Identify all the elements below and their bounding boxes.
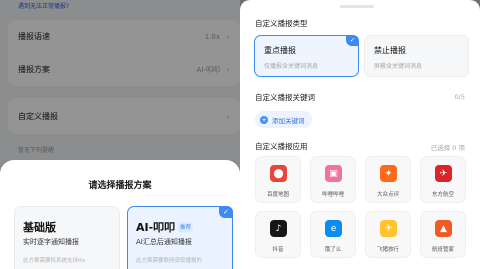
eleme-icon: e — [325, 220, 342, 237]
app-name: 哔哩哔哩 — [321, 192, 344, 198]
douyin-icon: ♪ — [270, 220, 287, 237]
app-tile[interactable]: ▣ 哔哩哔哩 — [310, 156, 356, 203]
recommend-badge: 推荐 — [178, 222, 194, 232]
app-name: 飞猪旅行 — [376, 247, 399, 253]
left-phone-screen: 遇到无法正常播报? 播报语速 1.0x › 播报方案 AI-叩叩 › 自定义播报… — [0, 0, 240, 269]
plan-sub: 此方案需要联网获取播报的 — [136, 258, 203, 264]
apps-selected-count: 已选择 0 项 — [430, 144, 465, 152]
airline-icon: ✈ — [435, 165, 452, 182]
plus-icon: + — [260, 115, 268, 124]
type-option-ban[interactable]: 禁止播报 屏蔽含关键词消息 — [364, 35, 469, 77]
plan-option-ai[interactable]: AI-叩叩 推荐 AI汇总后通知播报 此方案需要联网获取播报的 ✓ — [127, 206, 233, 269]
check-icon: ✓ — [219, 206, 233, 218]
flight-manager-icon: ▲ — [435, 220, 452, 237]
app-tile[interactable]: ✦ 大众点评 — [365, 156, 411, 203]
plan-name: 基础版 — [23, 221, 56, 234]
type-desc: 仅播报含关键词消息 — [264, 63, 319, 70]
plan-name: AI-叩叩 — [136, 221, 176, 234]
add-keyword-button[interactable]: + 添加关键词 — [255, 111, 312, 128]
app-tile[interactable]: ♪ 抖音 — [255, 211, 301, 258]
plan-desc: 实时逐字通知播报 — [23, 238, 79, 246]
fliggy-icon: ✈ — [380, 220, 397, 237]
app-name: 百度地图 — [266, 192, 289, 198]
plan-sub: 此方案需要机系统支持tts — [23, 258, 86, 264]
app-name: 大众点评 — [376, 192, 399, 198]
app-name: 航班管家 — [431, 247, 454, 253]
app-tile[interactable]: e 饿了么 — [310, 211, 356, 258]
drag-handle[interactable] — [340, 5, 374, 8]
app-name: 东方航空 — [431, 192, 454, 198]
add-keyword-label: 添加关键词 — [272, 116, 305, 125]
type-option-key[interactable]: 重点播报 仅播报含关键词消息 ✓ — [254, 35, 359, 77]
app-tile[interactable]: ✈ 飞猪旅行 — [365, 211, 411, 258]
type-section-title: 自定义播报类型 — [255, 19, 308, 28]
plan-bottom-sheet: 请选择播报方案 基础版 实时逐字通知播报 此方案需要机系统支持tts AI-叩叩… — [0, 160, 240, 269]
keyword-count: 0/5 — [454, 93, 465, 101]
right-phone-screen: 自定义播报类型 重点播报 仅播报含关键词消息 ✓ 禁止播报 屏蔽含关键词消息 自… — [240, 0, 480, 269]
app-tile[interactable]: ⬤ 百度地图 — [255, 156, 301, 203]
app-tile[interactable]: ✈ 东方航空 — [420, 156, 466, 203]
map-pin-icon: ⬤ — [270, 165, 287, 182]
custom-broadcast-panel: 自定义播报类型 重点播报 仅播报含关键词消息 ✓ 禁止播报 屏蔽含关键词消息 自… — [240, 0, 480, 269]
app-name: 饿了么 — [324, 247, 342, 253]
sheet-title: 请选择播报方案 — [88, 181, 152, 191]
dianping-icon: ✦ — [380, 165, 397, 182]
type-title: 重点播报 — [264, 46, 296, 55]
screen: 遇到无法正常播报? 播报语速 1.0x › 播报方案 AI-叩叩 › 自定义播报… — [0, 0, 480, 269]
apps-section-title: 自定义播报应用 — [255, 142, 308, 151]
plan-desc: AI汇总后通知播报 — [136, 238, 192, 246]
app-tile[interactable]: ▲ 航班管家 — [420, 211, 466, 258]
type-desc: 屏蔽含关键词消息 — [374, 63, 423, 70]
type-title: 禁止播报 — [374, 46, 406, 55]
check-icon: ✓ — [346, 35, 359, 46]
bilibili-icon: ▣ — [325, 165, 342, 182]
app-name: 抖音 — [272, 247, 284, 253]
plan-option-basic[interactable]: 基础版 实时逐字通知播报 此方案需要机系统支持tts — [14, 206, 120, 269]
keyword-section-title: 自定义播报关键词 — [255, 93, 315, 102]
